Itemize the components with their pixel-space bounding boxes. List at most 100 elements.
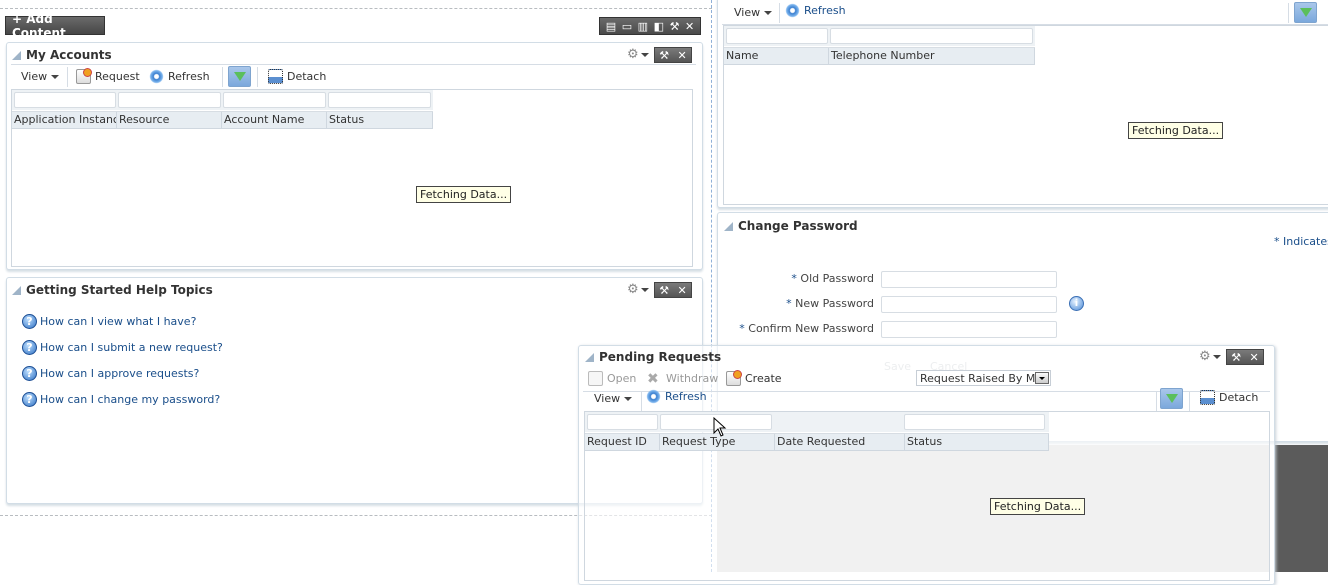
divider — [1156, 392, 1157, 412]
help-link[interactable]: ? How can I view what I have? — [22, 314, 196, 329]
label-text: Confirm New Password — [748, 322, 874, 335]
column-header[interactable]: Application Instance — [12, 112, 117, 128]
close-icon[interactable]: ✕ — [1250, 351, 1259, 364]
panel-controls: ⚒ ✕ — [654, 47, 692, 63]
detach-button[interactable]: Detach — [268, 69, 326, 84]
filter-application-instance[interactable] — [14, 92, 116, 108]
refresh-button[interactable]: Refresh — [646, 389, 707, 404]
column-header[interactable]: Account Name — [222, 112, 327, 128]
view-label: View — [594, 392, 621, 405]
old-password-input[interactable] — [881, 271, 1057, 288]
required-note: * Indicates — [1274, 235, 1328, 248]
help-link[interactable]: ? How can I approve requests? — [22, 366, 199, 381]
request-icon — [76, 68, 92, 84]
dropdown-arrow-icon[interactable] — [1035, 372, 1049, 384]
change-password-header[interactable]: Change Password — [724, 219, 858, 233]
refresh-label: Refresh — [804, 4, 846, 17]
close-icon[interactable]: ✕ — [678, 284, 687, 297]
gear-icon[interactable]: ⚙ — [627, 47, 649, 62]
divider — [1288, 3, 1289, 23]
request-label: Request — [95, 70, 140, 83]
layout-two-row-icon[interactable]: ▭ — [622, 21, 632, 32]
mouse-cursor-icon — [713, 417, 727, 437]
panel-title: Getting Started Help Topics — [26, 283, 213, 297]
new-password-input[interactable] — [881, 296, 1057, 313]
collapse-icon[interactable] — [12, 50, 21, 60]
divider — [1189, 392, 1190, 412]
layout-narrow-wide-icon[interactable]: ◧ — [654, 21, 664, 32]
open-button[interactable]: Open — [588, 371, 636, 386]
gear-icon[interactable]: ⚙ — [1199, 349, 1221, 364]
help-icon: ? — [22, 314, 37, 329]
help-link[interactable]: ? How can I submit a new request? — [22, 340, 223, 355]
create-icon — [726, 370, 742, 386]
divider — [67, 67, 68, 87]
help-icon: ? — [22, 392, 37, 407]
filter-icon — [1299, 8, 1312, 17]
filter-status[interactable] — [328, 92, 431, 108]
create-button[interactable]: Create — [726, 370, 782, 386]
query-by-example-button[interactable] — [1294, 2, 1317, 23]
filter-request-id[interactable] — [587, 414, 658, 430]
request-filter-select[interactable]: Request Raised By Me — [916, 370, 1051, 386]
collapse-icon[interactable] — [724, 221, 733, 231]
refresh-button[interactable]: Refresh — [785, 3, 846, 18]
view-menu[interactable]: View — [21, 70, 60, 83]
detach-icon — [1200, 390, 1215, 405]
table-header: Request ID Request Type Date Requested S… — [585, 433, 1049, 451]
close-icon[interactable]: ✕ — [685, 21, 694, 32]
request-button[interactable]: Request — [76, 68, 140, 84]
layout-one-column-icon[interactable]: ▤ — [606, 21, 616, 32]
create-label: Create — [745, 372, 782, 385]
column-header[interactable]: Telephone Number — [829, 48, 1035, 64]
filter-status[interactable] — [904, 414, 1045, 430]
filter-name[interactable] — [726, 28, 828, 44]
collapse-icon[interactable] — [12, 285, 21, 295]
collapse-icon[interactable] — [585, 352, 594, 362]
withdraw-label: Withdraw — [666, 372, 719, 385]
refresh-button[interactable]: Refresh — [149, 69, 210, 84]
query-by-example-button[interactable] — [228, 66, 251, 87]
help-topics-header[interactable]: Getting Started Help Topics — [12, 283, 213, 297]
add-content-button[interactable]: + Add Content — [5, 12, 105, 40]
help-link-text: How can I change my password? — [40, 393, 221, 406]
fetching-data-status: Fetching Data... — [416, 186, 512, 203]
wrench-icon[interactable]: ⚒ — [659, 49, 669, 62]
contacts-panel: View Refresh Name Telephone Number — [717, 0, 1328, 208]
required-marker: * — [791, 272, 797, 285]
confirm-password-input[interactable] — [881, 321, 1057, 338]
wrench-icon[interactable]: ⚒ — [1231, 351, 1241, 364]
chevron-down-icon — [764, 10, 773, 15]
wrench-icon[interactable]: ⚒ — [670, 21, 680, 32]
filter-date-requested[interactable] — [774, 414, 902, 430]
column-header[interactable]: Request ID — [585, 434, 660, 450]
withdraw-button[interactable]: ✖ Withdraw — [647, 371, 719, 387]
gear-icon[interactable]: ⚙ — [627, 282, 649, 297]
pending-requests-panel[interactable]: Pending Requests ⚙ ⚒ ✕ Open ✖ Withdraw C… — [578, 345, 1275, 585]
view-menu[interactable]: View — [594, 392, 633, 405]
detach-button[interactable]: Detach — [1200, 390, 1258, 405]
info-icon[interactable]: i — [1069, 296, 1084, 311]
query-by-example-button[interactable] — [1160, 388, 1183, 409]
wrench-icon[interactable]: ⚒ — [659, 284, 669, 297]
filter-telephone-number[interactable] — [830, 28, 1033, 44]
view-menu[interactable]: View — [734, 6, 773, 19]
pending-requests-header[interactable]: Pending Requests — [585, 350, 721, 364]
layout-toolbar: ▤ ▭ ▥ ◧ ⚒ ✕ — [599, 17, 701, 35]
close-icon[interactable]: ✕ — [678, 49, 687, 62]
fetching-data-status: Fetching Data... — [990, 498, 1086, 515]
column-header[interactable]: Resource — [117, 112, 222, 128]
filter-resource[interactable] — [118, 92, 221, 108]
column-header[interactable]: Status — [905, 434, 1049, 450]
help-link[interactable]: ? How can I change my password? — [22, 392, 220, 407]
accounts-table: Application Instance Resource Account Na… — [11, 89, 693, 267]
column-header[interactable]: Name — [724, 48, 829, 64]
filter-row — [585, 412, 1049, 432]
filter-account-name[interactable] — [223, 92, 326, 108]
layout-two-column-icon[interactable]: ▥ — [638, 21, 648, 32]
my-accounts-header[interactable]: My Accounts — [12, 48, 112, 62]
contacts-table: Name Telephone Number — [723, 25, 1328, 205]
detach-label: Detach — [287, 70, 327, 83]
column-header[interactable]: Status — [327, 112, 433, 128]
column-header[interactable]: Date Requested — [775, 434, 905, 450]
